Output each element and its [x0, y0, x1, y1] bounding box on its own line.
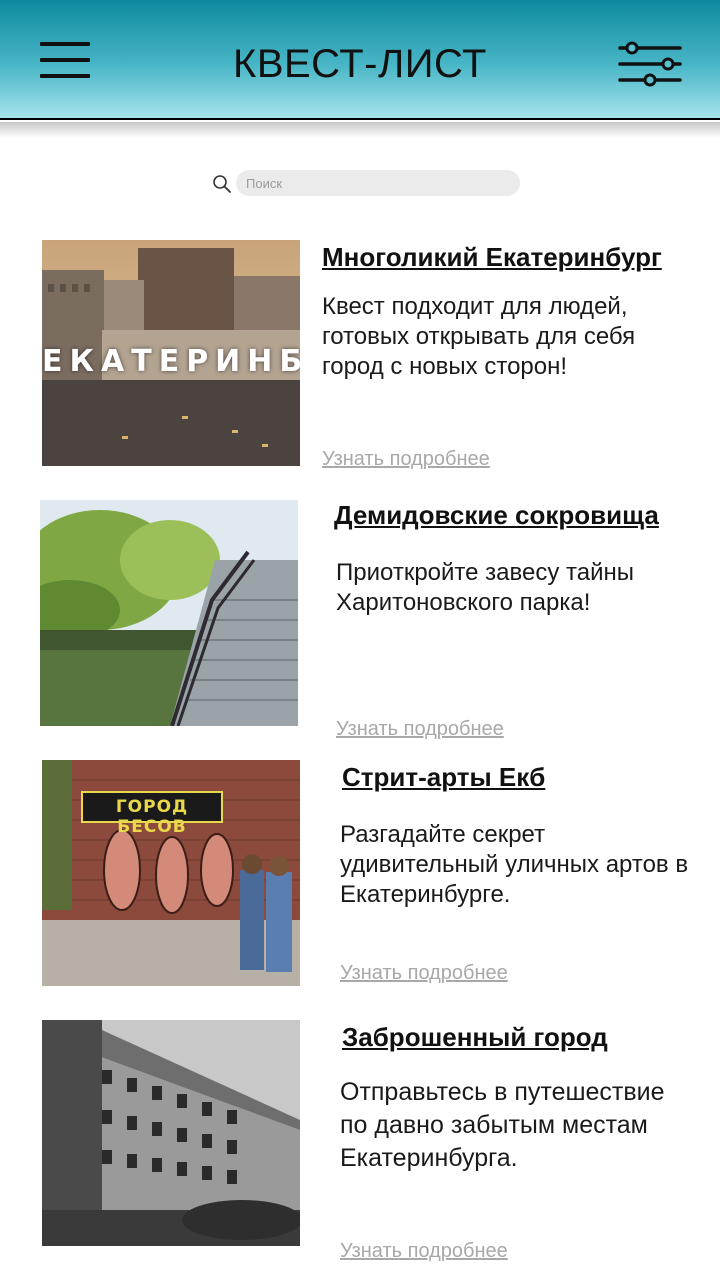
- more-details-link[interactable]: Узнать подробнее: [336, 718, 504, 741]
- quest-image-park[interactable]: [40, 500, 298, 726]
- quest-title[interactable]: Демидовские сокровища: [334, 500, 659, 531]
- quest-card: Демидовские сокровища Приоткройте завесу…: [0, 500, 720, 740]
- quest-description: Квест подходит для людей, готовых открыв…: [322, 293, 636, 380]
- menu-line: [40, 42, 90, 46]
- quest-image-street-art[interactable]: ГОРОД БЕСОВ: [42, 760, 300, 986]
- quest-title[interactable]: Многоликий Екатеринбург: [322, 242, 662, 273]
- sliders-filter-icon[interactable]: [614, 38, 686, 90]
- image-caption: ЕКАТЕРИНБУРГ: [42, 344, 300, 379]
- quest-description: Отправьтесь в путешествие по давно забыт…: [340, 1078, 665, 1172]
- search-bar: [212, 170, 522, 196]
- quest-card: Заброшенный город Отправьтесь в путешест…: [0, 1020, 720, 1263]
- quest-title[interactable]: Заброшенный город: [342, 1022, 608, 1053]
- quest-card: ЕКАТЕРИНБУРГ Многоликий Екатеринбург Кве…: [0, 240, 720, 480]
- menu-line: [40, 58, 90, 62]
- quest-description: Приоткройте завесу тайны Харитоновского …: [336, 559, 634, 616]
- more-details-link[interactable]: Узнать подробнее: [340, 1240, 508, 1263]
- quest-image-ekaterinburg[interactable]: ЕКАТЕРИНБУРГ: [42, 240, 300, 466]
- hamburger-menu-icon[interactable]: [38, 40, 92, 82]
- image-caption: ГОРОД БЕСОВ: [115, 797, 189, 837]
- more-details-link[interactable]: Узнать подробнее: [322, 448, 490, 471]
- search-input[interactable]: [236, 170, 520, 196]
- header-shadow: [0, 122, 720, 138]
- more-details-link[interactable]: Узнать подробнее: [340, 962, 508, 985]
- quest-card: ГОРОД БЕСОВ Стрит-арты Екб Разгадайте се…: [0, 760, 720, 1000]
- quest-title[interactable]: Стрит-арты Екб: [342, 762, 545, 793]
- quest-description: Разгадайте секрет удивительный уличных а…: [340, 821, 689, 908]
- app-header: КВЕСТ-ЛИСТ: [0, 0, 720, 120]
- search-icon[interactable]: [212, 174, 232, 194]
- quest-image-abandoned[interactable]: [42, 1020, 300, 1246]
- menu-line: [40, 74, 90, 78]
- page-title: КВЕСТ-ЛИСТ: [233, 42, 487, 86]
